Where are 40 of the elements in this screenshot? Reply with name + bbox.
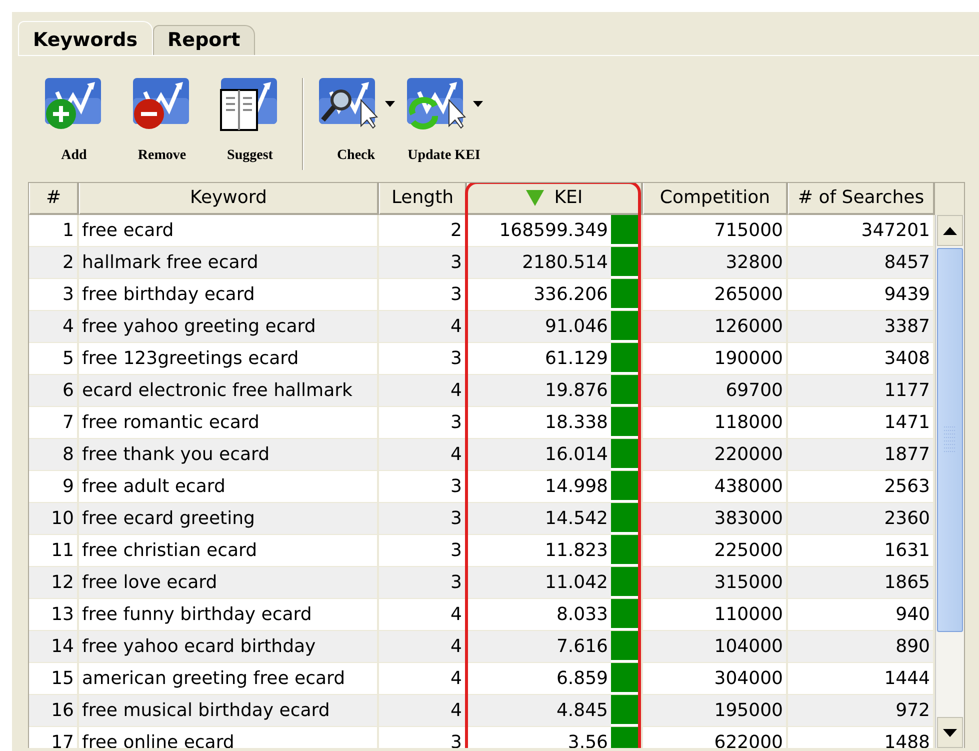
column-header[interactable]: # [29,183,79,215]
table-cell-text: 11.042 [544,571,609,595]
column-header[interactable]: # of Searches [788,183,935,215]
toolbar-button[interactable]: Suggest [206,76,294,164]
table-cell-text: 6.859 [555,667,609,691]
column-label: Keyword [190,188,267,208]
table-cell: 3 [379,727,467,748]
table-cell-text: 19.876 [544,379,609,403]
toolbar-button[interactable]: Remove [118,76,206,164]
table-cell-text: 11.823 [544,539,609,563]
table-cell-text: 336.206 [532,283,609,307]
table-cell-text: 61.129 [544,347,609,371]
toolbar-button[interactable]: Add [30,76,118,164]
table-cell-text: 3.56 [566,731,609,748]
table-cell-text: 16.014 [544,443,609,467]
table-cell-text: 14.998 [544,475,609,499]
table-cell-text: 7.616 [555,635,609,659]
table-cell: free online ecard [79,727,379,748]
table-cell: 17 [29,727,79,748]
column-label: # of Searches [798,188,924,208]
tab[interactable]: Keywords [18,21,153,55]
table-cell-text: 8.033 [555,603,609,627]
column-label: # [46,188,62,208]
table-cell-text: 91.046 [544,315,609,339]
column-header[interactable]: KEI [467,183,643,215]
column-header[interactable]: Keyword [79,183,379,215]
table-cell-text: 4.845 [555,699,609,723]
column-label: Competition [660,188,770,208]
tab[interactable]: Report [152,25,256,55]
column-label: KEI [554,188,583,208]
table-cell-text: 168599.349 [498,219,609,243]
table-cell-text: 2180.514 [521,251,609,275]
table-cell: 622000 [643,727,788,748]
toolbar-button[interactable]: Check [312,76,400,164]
table-cell-text: 14.542 [544,507,609,531]
column-label: Length [391,188,454,208]
toolbar-button[interactable]: Update KEI [400,76,488,164]
column-header[interactable]: Competition [643,183,788,215]
column-header[interactable]: Length [379,183,467,215]
table-cell-text: 18.338 [544,411,609,435]
